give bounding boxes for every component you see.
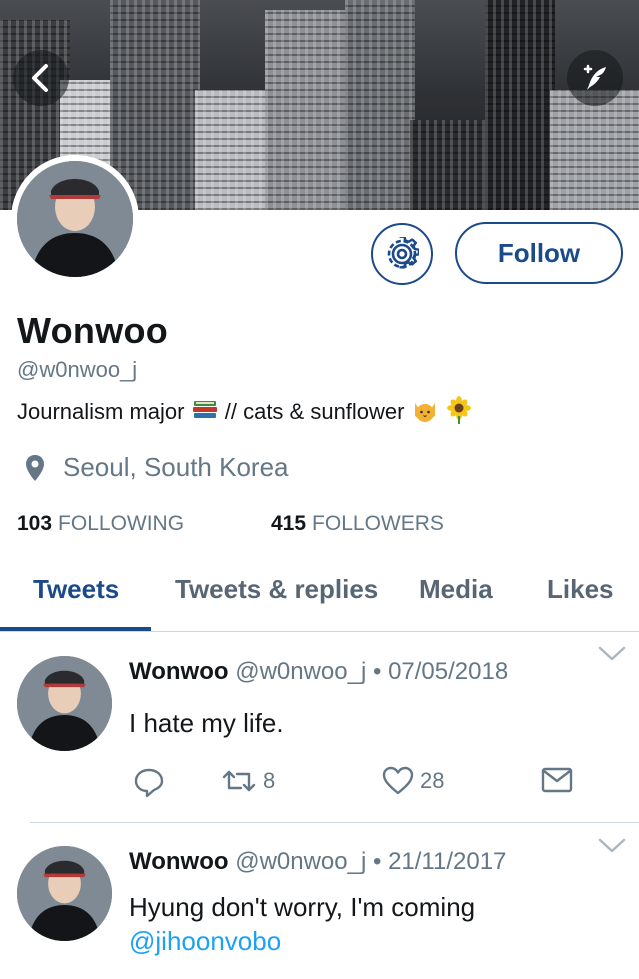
tweet-header: Wonwoo @w0nwoo_j • 21/11/2017 [129, 848, 506, 876]
profile-tabs: Tweets Tweets & replies Media Likes [0, 566, 639, 632]
chevron-down-icon[interactable] [598, 646, 626, 662]
following-label: FOLLOWING [58, 512, 185, 535]
tweet-text: Hyung don't worry, I'm coming @jihoonvob… [129, 890, 475, 958]
tweet-author-name: Wonwoo [129, 848, 229, 875]
retweet-count: 8 [263, 768, 276, 793]
tweet-avatar[interactable] [17, 846, 112, 941]
chevron-down-icon[interactable] [598, 838, 626, 854]
active-tab-indicator [0, 627, 151, 631]
tab-media[interactable]: Media [419, 574, 493, 605]
gear-icon [387, 237, 419, 269]
tweet-avatar[interactable] [17, 656, 112, 751]
retweet-button[interactable]: 8 [221, 766, 275, 796]
cat-emoji-icon [411, 397, 439, 429]
sunflower-emoji-icon [445, 396, 473, 430]
tab-likes[interactable]: Likes [547, 574, 614, 605]
followers-stat[interactable]: 415 FOLLOWERS [271, 512, 444, 536]
bio-text-1: Journalism major [17, 398, 185, 424]
tweet-header: Wonwoo @w0nwoo_j • 07/05/2018 [129, 658, 508, 686]
following-count: 103 [17, 512, 53, 535]
compose-quill-icon [583, 64, 606, 90]
tweet-date: 21/11/2017 [388, 848, 507, 875]
like-count: 28 [420, 768, 445, 793]
tweet-author-name: Wonwoo [129, 658, 229, 685]
tweet-mention-link[interactable]: @jihoonvobo [129, 924, 475, 958]
tweet-author-handle: @w0nwoo_j [235, 848, 367, 875]
reply-icon [134, 768, 164, 798]
tweet-actions: 8 28 [129, 766, 589, 806]
profile-bio: Journalism major // cats & sunflower [17, 396, 473, 430]
tweet-author-handle: @w0nwoo_j [235, 658, 367, 685]
tweet-dot-separator: • [372, 848, 382, 875]
banner-building [195, 90, 270, 210]
retweet-icon [222, 770, 256, 792]
heart-icon [382, 766, 414, 795]
books-emoji-icon [191, 398, 219, 428]
followers-label: FOLLOWERS [312, 512, 444, 535]
profile-handle: @w0nwoo_j [17, 357, 138, 382]
tweet-date: 07/05/2018 [388, 658, 509, 685]
followers-count: 415 [271, 512, 307, 535]
follow-button[interactable]: Follow [455, 222, 623, 284]
bio-text-2: // cats & sunflower [224, 398, 405, 424]
following-stat[interactable]: 103 FOLLOWING [17, 512, 184, 536]
banner-building [410, 120, 490, 210]
profile-avatar[interactable] [11, 155, 139, 283]
tab-tweets-replies[interactable]: Tweets & replies [175, 574, 378, 605]
banner-building [345, 0, 415, 210]
like-button[interactable]: 28 [382, 766, 444, 796]
banner-building [550, 90, 639, 210]
tweet-divider [30, 822, 639, 823]
settings-button[interactable] [371, 223, 433, 285]
tweet-text: I hate my life. [129, 708, 284, 738]
reply-button[interactable] [133, 766, 165, 798]
tweet-dot-separator: • [372, 658, 382, 685]
banner-building [265, 10, 350, 210]
tab-tweets[interactable]: Tweets [33, 574, 119, 605]
compose-button[interactable] [567, 50, 623, 106]
location-text: Seoul, South Korea [63, 452, 289, 482]
tweet-text-line: Hyung don't worry, I'm coming [129, 892, 476, 922]
chevron-left-icon [32, 64, 48, 92]
profile-location: Seoul, South Korea [25, 452, 289, 483]
avatar-photo [17, 161, 133, 277]
tweet[interactable]: Wonwoo @w0nwoo_j • 21/11/2017 Hyung don'… [0, 826, 639, 979]
envelope-icon [541, 767, 573, 793]
location-pin-icon [26, 454, 44, 481]
back-button[interactable] [13, 50, 69, 106]
direct-message-button[interactable] [541, 766, 573, 794]
banner-building [485, 0, 555, 210]
profile-name: Wonwoo [17, 310, 169, 351]
tweet[interactable]: Wonwoo @w0nwoo_j • 07/05/2018 I hate my … [0, 640, 639, 820]
